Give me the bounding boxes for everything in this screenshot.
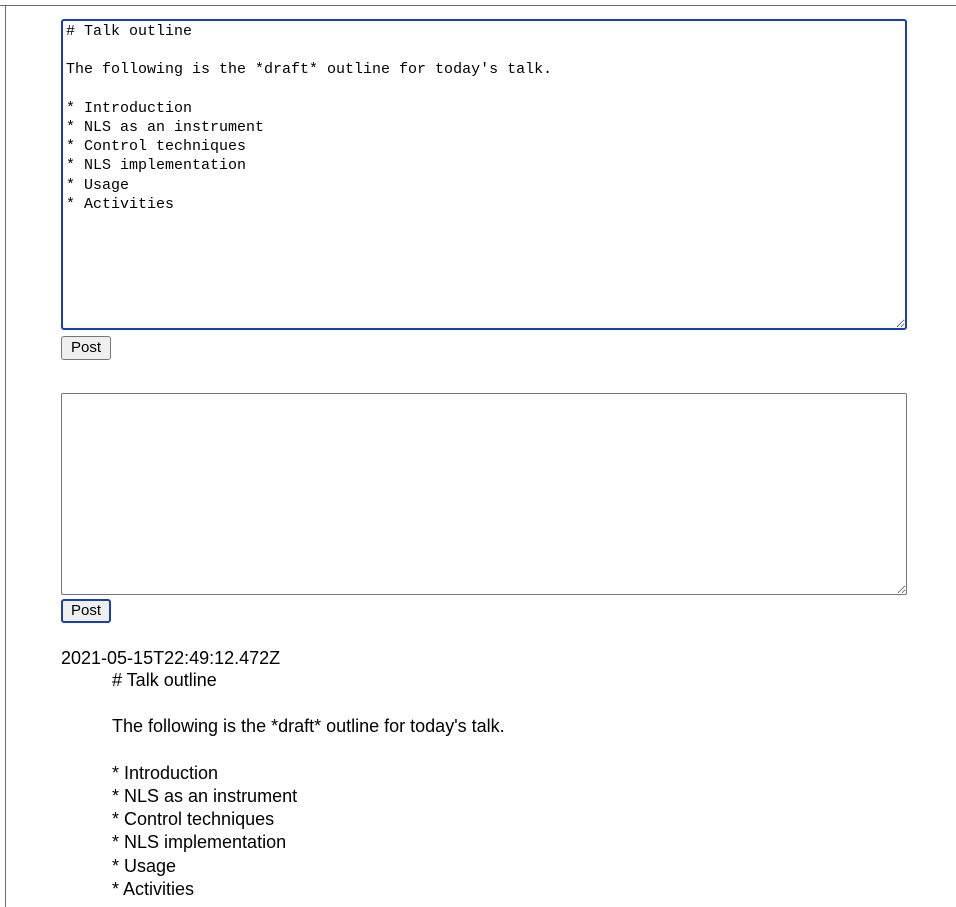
post-timestamp: 2021-05-15T22:49:12.472Z xyxy=(61,648,281,668)
left-frame-border xyxy=(5,5,6,907)
post-editor-primary[interactable] xyxy=(61,19,907,330)
post-body: # Talk outline The following is the *dra… xyxy=(112,670,505,899)
post-editor-secondary[interactable] xyxy=(61,393,907,595)
post-entry: 2021-05-15T22:49:12.472Z # Talk outline … xyxy=(61,647,921,901)
top-frame-border xyxy=(0,5,956,6)
post-button-secondary[interactable]: Post xyxy=(61,599,112,623)
post-button-primary[interactable]: Post xyxy=(61,336,112,360)
